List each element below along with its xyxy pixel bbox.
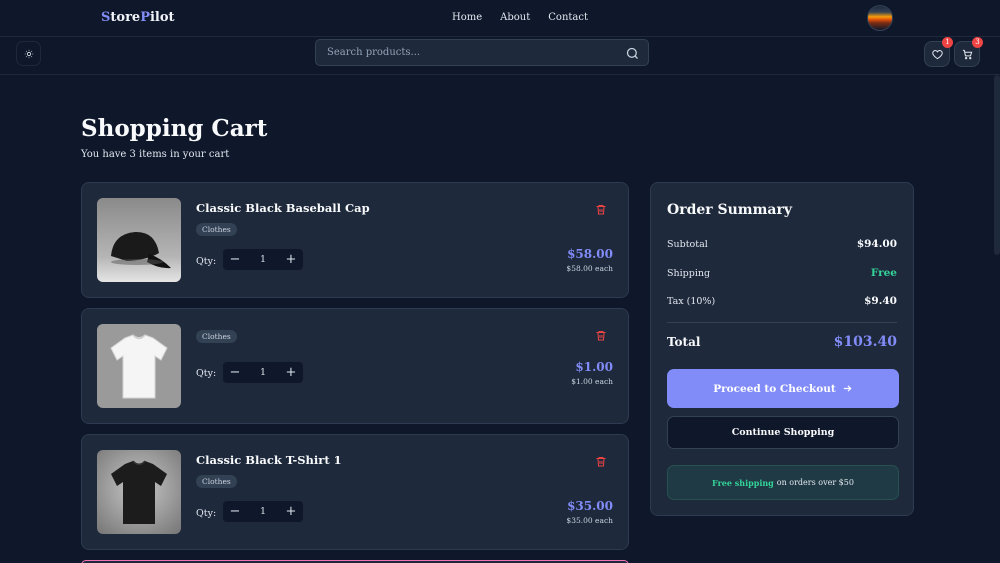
proceed-to-checkout-button[interactable]: Proceed to Checkout	[667, 369, 899, 408]
summary-divider	[667, 322, 897, 323]
increase-qty-button[interactable]: +	[279, 365, 303, 380]
wishlist-count-badge: 1	[942, 37, 953, 48]
continue-label: Continue Shopping	[731, 427, 835, 438]
decrease-qty-button[interactable]: −	[223, 365, 247, 380]
tax-label: Tax (10%)	[667, 295, 716, 307]
nav-link-about[interactable]: About	[500, 12, 530, 23]
category-tag: Clothes	[196, 223, 237, 236]
product-name[interactable]: Classic Black Baseball Cap	[196, 201, 370, 215]
shipping-label: Shipping	[667, 267, 711, 279]
heart-icon	[931, 49, 943, 59]
qty-value: 1	[259, 506, 267, 517]
page-title: Shopping Cart	[81, 115, 268, 142]
checkout-label: Proceed to Checkout	[713, 382, 836, 395]
trash-icon[interactable]	[595, 455, 607, 468]
brand-text-tore: tore	[110, 10, 141, 25]
arrow-right-icon	[843, 385, 852, 392]
total-label: Total	[667, 335, 701, 349]
search-bar	[315, 39, 649, 66]
cart-item: Classic Black T-Shirt 1 Clothes Qty: − 1…	[81, 434, 629, 550]
nav-link-home[interactable]: Home	[452, 12, 482, 23]
qty-value: 1	[259, 254, 267, 265]
qty-value: 1	[259, 367, 267, 378]
qty-label: Qty:	[196, 368, 217, 379]
product-image-white-tshirt[interactable]	[97, 324, 181, 408]
subtotal-label: Subtotal	[667, 238, 708, 250]
qty-label: Qty:	[196, 256, 217, 267]
search-icon[interactable]	[625, 46, 640, 61]
tax-value: $9.40	[864, 295, 897, 307]
cart-item-count-text: You have 3 items in your cart	[81, 149, 230, 160]
decrease-qty-button[interactable]: −	[223, 252, 247, 267]
trash-icon[interactable]	[595, 329, 607, 342]
nav-link-contact[interactable]: Contact	[548, 12, 588, 23]
subtotal-row: Subtotal $94.00	[667, 238, 897, 250]
free-shipping-highlight: Free shipping	[712, 477, 774, 488]
toolbar: 1 3	[0, 37, 1000, 75]
total-value: $103.40	[833, 334, 897, 350]
cart-item: Clothes Qty: − 1 + $1.00 $1.00 each	[81, 308, 629, 424]
subtotal-value: $94.00	[856, 238, 897, 250]
brand-logo[interactable]: StorePilot	[101, 10, 175, 25]
sun-icon	[24, 49, 33, 58]
wishlist-button[interactable]: 1	[924, 37, 953, 67]
free-shipping-note: Free shipping on orders over $50	[667, 465, 899, 500]
increase-qty-button[interactable]: +	[279, 504, 303, 519]
cart-item: Classic Black Baseball Cap Clothes Qty: …	[81, 182, 629, 298]
quantity-stepper: − 1 +	[222, 500, 304, 523]
order-summary-title: Order Summary	[667, 202, 793, 218]
quantity-stepper: − 1 +	[222, 361, 304, 384]
unit-price: $35.00 each	[566, 516, 613, 525]
shipping-value: Free	[870, 267, 897, 279]
page-scrollbar[interactable]	[994, 75, 1000, 255]
brand-letter-s: S	[101, 10, 111, 25]
user-avatar[interactable]	[867, 5, 893, 31]
cart-icon	[962, 49, 972, 59]
continue-shopping-button[interactable]: Continue Shopping	[667, 416, 899, 449]
unit-price: $1.00 each	[571, 377, 613, 386]
trash-icon[interactable]	[595, 203, 607, 216]
shipping-row: Shipping Free	[667, 267, 897, 279]
product-image-black-tshirt[interactable]	[97, 450, 181, 534]
category-tag: Clothes	[196, 330, 237, 343]
item-price: $1.00	[575, 360, 613, 374]
tax-row: Tax (10%) $9.40	[667, 295, 897, 307]
product-image-black-cap[interactable]	[97, 198, 181, 282]
search-input[interactable]	[316, 40, 648, 65]
category-tag: Clothes	[196, 475, 237, 488]
product-name[interactable]: Classic Black T-Shirt 1	[196, 453, 342, 467]
unit-price: $58.00 each	[566, 264, 613, 273]
decrease-qty-button[interactable]: −	[223, 504, 247, 519]
top-navbar: StorePilot Home About Contact	[0, 0, 1000, 37]
free-shipping-text: on orders over $50	[776, 478, 854, 487]
cart-count-badge: 3	[972, 37, 983, 48]
increase-qty-button[interactable]: +	[279, 252, 303, 267]
theme-toggle-button[interactable]	[16, 41, 41, 66]
nav-links: Home About Contact	[452, 12, 588, 23]
item-price: $35.00	[567, 499, 613, 513]
total-row: Total $103.40	[667, 334, 897, 350]
brand-text-ilot: ilot	[149, 10, 175, 25]
quantity-stepper: − 1 +	[222, 248, 304, 271]
qty-label: Qty:	[196, 508, 217, 519]
item-price: $58.00	[567, 247, 613, 261]
cart-button[interactable]: 3	[954, 37, 983, 67]
brand-letter-p: P	[140, 10, 150, 25]
order-summary-panel: Order Summary Subtotal $94.00 Shipping F…	[650, 182, 914, 516]
